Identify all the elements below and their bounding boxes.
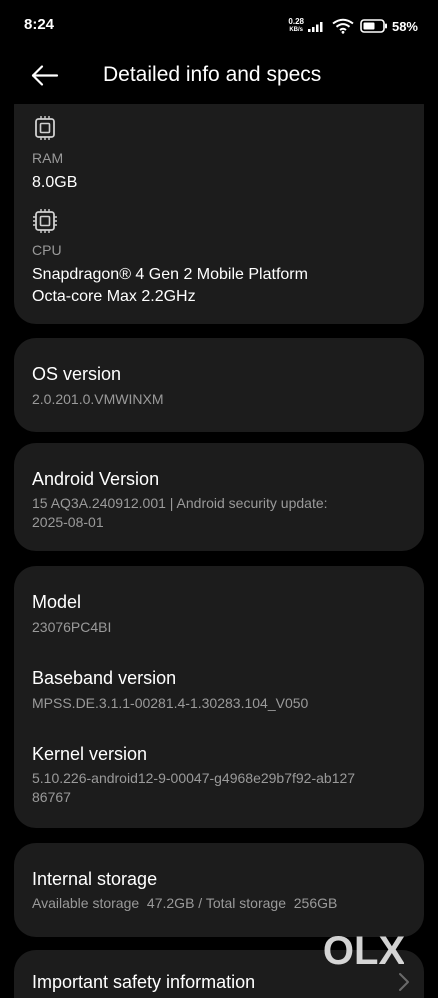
device-info-card: Model 23076PC4BI Baseband version MPSS.D… (14, 566, 424, 828)
kernel-version-title: Kernel version (32, 744, 148, 764)
network-speed-unit: KB/s (289, 27, 304, 33)
specs-card: RAM 8.0GB CPU Snapdragon® 4 Gen 2 Mobile… (14, 104, 424, 324)
kernel-version-value-line1: 5.10.226-android12-9-00047-g4968e29b7f92… (32, 770, 356, 786)
ram-value: 8.0GB (32, 174, 78, 191)
status-icons: 0.28 KB/s 58% (288, 14, 418, 38)
ram-label: RAM (32, 150, 64, 166)
os-version-title: OS version (32, 364, 122, 384)
android-version-card[interactable]: Android Version 15 AQ3A.240912.001 | And… (14, 443, 424, 551)
cpu-value-line1: Snapdragon® 4 Gen 2 Mobile Platform (32, 266, 308, 283)
page-title: Detailed info and specs (103, 63, 322, 86)
cpu-value-line2: Octa-core Max 2.2GHz (32, 288, 196, 305)
internal-storage-card[interactable]: Internal storage Available storage 47.2G… (14, 843, 424, 937)
android-version-value-line2: 2025-08-01 (32, 514, 104, 530)
safety-info-title: Important safety information (32, 972, 256, 992)
watermark-text: OLX (324, 929, 404, 972)
model-value: 23076PC4BI (32, 619, 112, 635)
model-title: Model (32, 592, 82, 612)
network-speed: 0.28 KB/s (288, 18, 304, 34)
settings-list[interactable]: RAM 8.0GB CPU Snapdragon® 4 Gen 2 Mobile… (0, 104, 438, 998)
android-version-value-line1: 15 AQ3A.240912.001 | Android security up… (32, 495, 328, 511)
network-speed-value: 0.28 (288, 17, 304, 26)
android-version-title: Android Version (32, 469, 160, 489)
olx-watermark: OLX (324, 929, 404, 972)
status-bar: 8:24 0.28 KB/s 58% (0, 0, 438, 52)
internal-storage-value: Available storage 47.2GB / Total storage… (32, 895, 338, 911)
battery-percent: 58% (391, 18, 418, 34)
cpu-label: CPU (32, 242, 62, 258)
kernel-version-value-line2: 86767 (32, 789, 71, 805)
os-version-value: 2.0.201.0.VMWINXM (32, 391, 164, 407)
baseband-version-value: MPSS.DE.3.1.1-00281.4-1.30283.104_V050 (32, 695, 309, 711)
internal-storage-title: Internal storage (32, 869, 158, 889)
arrow-left-icon (31, 65, 59, 86)
baseband-version-title: Baseband version (32, 668, 177, 688)
wifi-icon (332, 18, 354, 34)
os-version-card[interactable]: OS version 2.0.201.0.VMWINXM (14, 338, 424, 432)
memory-chip-icon (35, 116, 55, 140)
cellular-signal-icon (307, 22, 323, 32)
cpu-chip-icon (33, 209, 57, 233)
back-button[interactable] (26, 60, 62, 92)
app-bar: Detailed info and specs (0, 52, 438, 102)
battery-icon (360, 19, 387, 33)
chevron-right-icon (399, 973, 409, 991)
status-time: 8:24 (24, 16, 55, 33)
